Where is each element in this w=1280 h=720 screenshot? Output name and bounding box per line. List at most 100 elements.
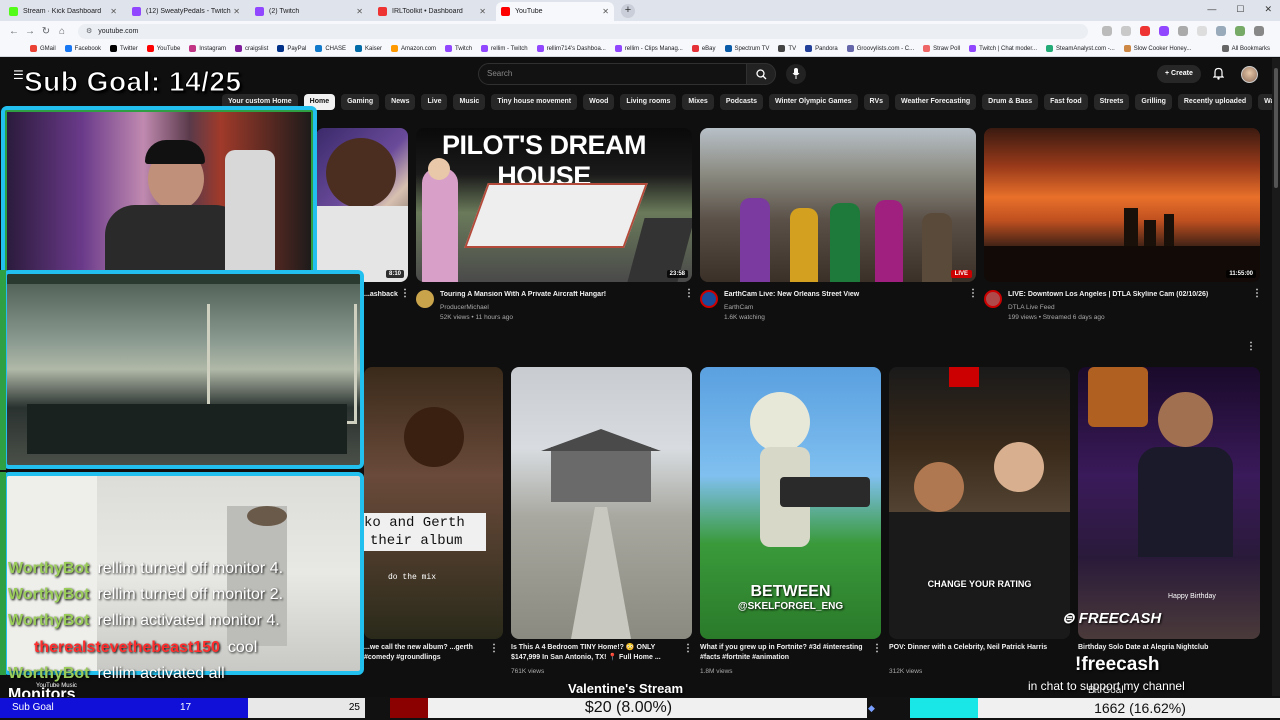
- close-icon[interactable]: ✕: [233, 7, 240, 16]
- filter-chip[interactable]: Recently uploaded: [1177, 94, 1253, 110]
- bookmark[interactable]: Straw Poll: [923, 45, 960, 52]
- bookmark[interactable]: SteamAnalyst.com -...: [1046, 45, 1115, 52]
- filter-chip[interactable]: Wood: [583, 94, 615, 110]
- bookmark[interactable]: Spectrum TV: [724, 45, 769, 52]
- filter-chip[interactable]: Grilling: [1135, 94, 1172, 110]
- channel-name[interactable]: ProducerMichael: [440, 304, 489, 311]
- more-options-icon[interactable]: ⋮: [684, 288, 694, 299]
- bookmark[interactable]: YouTube: [146, 45, 180, 52]
- bookmark[interactable]: CHASE: [315, 45, 346, 52]
- site-info-icon[interactable]: ⚙: [86, 27, 92, 35]
- bookmark[interactable]: PayPal: [277, 45, 306, 52]
- bookmark[interactable]: Groovylists.com - C...: [846, 45, 914, 52]
- channel-name[interactable]: DTLA Live Feed: [1008, 304, 1055, 311]
- extension-icon[interactable]: [1140, 26, 1150, 36]
- filter-chip[interactable]: Streets: [1093, 94, 1130, 110]
- tab-irltoolkit[interactable]: IRLToolkit • Dashboard ✕: [373, 2, 491, 21]
- bookmark[interactable]: Twitter: [110, 45, 138, 52]
- more-options-icon[interactable]: ⋮: [489, 643, 499, 654]
- more-options-icon[interactable]: ⋮: [968, 288, 978, 299]
- short-title[interactable]: POV: Dinner with a Celebrity, Neil Patri…: [889, 643, 1059, 653]
- close-icon[interactable]: ✕: [479, 7, 486, 16]
- reload-icon[interactable]: ↻: [38, 26, 54, 37]
- forward-icon[interactable]: →: [22, 26, 38, 37]
- video-title[interactable]: ...ashback: [364, 291, 398, 298]
- profile-avatar[interactable]: [1235, 26, 1245, 36]
- filter-chip[interactable]: Winter Olympic Games: [768, 94, 858, 110]
- tab-youtube[interactable]: YouTube ✕: [496, 2, 614, 21]
- all-bookmarks-button[interactable]: All Bookmarks: [1221, 45, 1270, 52]
- close-icon[interactable]: ✕: [602, 7, 609, 16]
- more-options-icon[interactable]: ⋮: [872, 643, 882, 654]
- short-thumbnail[interactable]: Happy Birthday: [1078, 367, 1260, 639]
- voice-search-button[interactable]: [786, 64, 806, 84]
- filter-chip[interactable]: Podcasts: [719, 94, 763, 110]
- video-title[interactable]: EarthCam Live: New Orleans Street View: [724, 291, 964, 298]
- bookmark[interactable]: rellim - Clips Manag...: [614, 45, 683, 52]
- search-button[interactable]: [746, 63, 776, 85]
- bookmark[interactable]: Twitch | Chat moder...: [969, 45, 1037, 52]
- extension-icon[interactable]: [1159, 26, 1169, 36]
- filter-chip[interactable]: Music: [453, 94, 486, 110]
- url-input[interactable]: ⚙ youtube.com: [78, 23, 1088, 39]
- download-icon[interactable]: [1216, 26, 1226, 36]
- bookmark[interactable]: Facebook: [64, 45, 101, 52]
- home-icon[interactable]: ⌂: [54, 26, 70, 37]
- bookmark[interactable]: Amazon.com: [391, 45, 436, 52]
- short-thumbnail[interactable]: ko and Gerth their album do the mix: [364, 367, 503, 639]
- scrollbar-thumb[interactable]: [1274, 68, 1278, 188]
- bookmark[interactable]: eBay: [691, 45, 716, 52]
- account-avatar[interactable]: [1241, 66, 1258, 83]
- video-thumbnail[interactable]: LIVE: [700, 128, 976, 282]
- page-scrollbar[interactable]: [1272, 58, 1280, 696]
- channel-avatar[interactable]: [700, 290, 718, 308]
- filter-chip[interactable]: Drum & Bass: [982, 94, 1039, 110]
- filter-chip[interactable]: Tiny house movement: [491, 94, 578, 110]
- cast-icon[interactable]: [1102, 26, 1112, 36]
- short-title[interactable]: Is This A 4 Bedroom TINY Home!? 😳 ONLY $…: [511, 643, 681, 663]
- bookmark[interactable]: GMail: [30, 45, 56, 52]
- menu-icon[interactable]: [1254, 26, 1264, 36]
- more-options-icon[interactable]: ⋮: [400, 288, 410, 299]
- filter-chip[interactable]: Living rooms: [620, 94, 677, 110]
- close-window-icon[interactable]: ✕: [1264, 4, 1272, 15]
- filter-chip[interactable]: Live: [421, 94, 448, 110]
- close-icon[interactable]: ✕: [356, 7, 363, 16]
- short-thumbnail[interactable]: CHANGE YOUR RATING: [889, 367, 1070, 639]
- notifications-icon[interactable]: [1213, 67, 1224, 80]
- bookmark[interactable]: Slow Cooker Honey...: [1123, 45, 1191, 52]
- bookmark[interactable]: Twitch: [445, 45, 472, 52]
- short-title[interactable]: Birthday Solo Date at Alegria Nightclub: [1078, 643, 1248, 653]
- video-thumbnail[interactable]: 11:55:00: [984, 128, 1260, 282]
- tab-twitch-sweatypedals[interactable]: (12) SweatyPedals - Twitch ✕: [127, 2, 245, 21]
- short-thumbnail[interactable]: [511, 367, 692, 639]
- new-tab-button[interactable]: +: [621, 4, 635, 18]
- filter-chip[interactable]: Mixes: [682, 94, 714, 110]
- video-thumbnail[interactable]: PILOT'S DREAM HOUSE 23:58: [416, 128, 692, 282]
- video-title[interactable]: Touring A Mansion With A Private Aircraf…: [440, 291, 680, 298]
- tab-twitch[interactable]: (2) Twitch ✕: [250, 2, 368, 21]
- video-thumbnail[interactable]: 8:10: [316, 128, 408, 282]
- channel-name[interactable]: EarthCam: [724, 304, 753, 311]
- search-input[interactable]: Search: [478, 63, 776, 85]
- short-title[interactable]: What if you grew up in Fortnite? #3d #in…: [700, 643, 870, 663]
- short-thumbnail[interactable]: BETWEEN @SKELFORGEL_ENG: [700, 367, 881, 639]
- bookmark[interactable]: Instagram: [189, 45, 226, 52]
- back-icon[interactable]: ←: [6, 26, 22, 37]
- video-title[interactable]: LIVE: Downtown Los Angeles | DTLA Skylin…: [1008, 291, 1248, 298]
- channel-avatar[interactable]: [984, 290, 1002, 308]
- channel-avatar[interactable]: [416, 290, 434, 308]
- shelf-more-icon[interactable]: ⋮: [1246, 341, 1256, 352]
- puzzle-icon[interactable]: [1178, 26, 1188, 36]
- short-title[interactable]: ...we call the new album? ...gerth #come…: [364, 643, 488, 663]
- star-icon[interactable]: [1121, 26, 1131, 36]
- filter-chip[interactable]: Gaming: [341, 94, 380, 110]
- filter-chip[interactable]: RVs: [863, 94, 890, 110]
- tab-kick-dashboard[interactable]: Stream · Kick Dashboard ✕: [4, 2, 122, 21]
- hamburger-icon[interactable]: ☰: [13, 68, 24, 82]
- filter-chip[interactable]: Fast food: [1044, 94, 1088, 110]
- bookmark[interactable]: TV: [778, 45, 796, 52]
- more-options-icon[interactable]: ⋮: [683, 643, 693, 654]
- bookmark[interactable]: rellim - Twitch: [481, 45, 528, 52]
- bookmark[interactable]: Pandora: [805, 45, 838, 52]
